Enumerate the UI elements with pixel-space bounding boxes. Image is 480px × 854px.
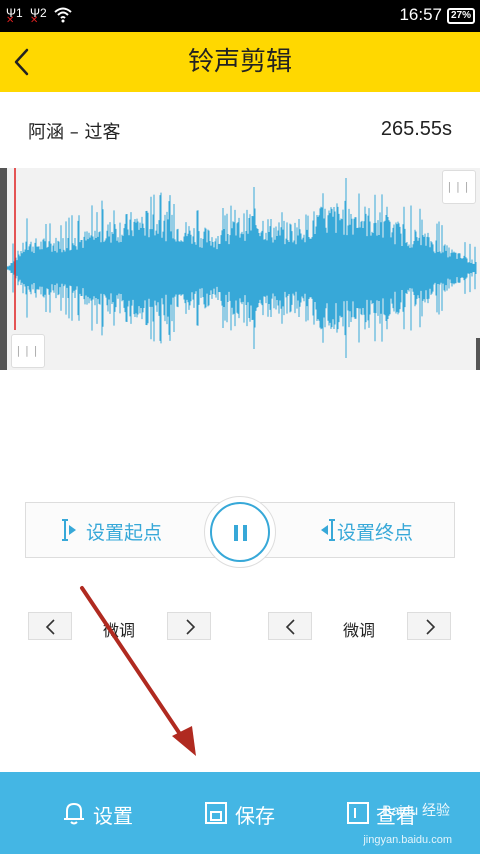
start-tune-left-button[interactable] <box>28 612 72 640</box>
chevron-left-icon <box>285 619 295 635</box>
set-start-button[interactable]: 设置起点 <box>26 503 201 557</box>
view-icon <box>347 802 369 824</box>
status-bar: Ψ1 ✕ Ψ2 ✕ 16:57 27% <box>0 0 480 32</box>
set-start-icon <box>62 519 76 541</box>
play-pause-button[interactable] <box>204 496 276 568</box>
pause-bar-right <box>243 525 247 541</box>
waveform-panel[interactable]: ||| ||| <box>0 168 480 370</box>
end-tune-left-button[interactable] <box>268 612 312 640</box>
settings-button[interactable]: 设置 <box>60 772 170 854</box>
song-name: 阿涵 – 过客 <box>28 122 121 143</box>
song-duration: 265.55s <box>380 118 452 140</box>
header-bar: 铃声剪辑 <box>0 32 480 92</box>
end-tune-label: 微调 <box>343 621 376 640</box>
set-end-icon <box>321 519 335 541</box>
set-end-button[interactable]: 设置终点 <box>279 503 454 557</box>
save-label: 保存 <box>235 804 275 828</box>
end-handle[interactable]: ||| <box>442 170 476 204</box>
sim1-signal-icon: Ψ1 ✕ <box>6 6 23 26</box>
save-button[interactable]: 保存 <box>204 772 314 854</box>
pause-bar-left <box>234 525 238 541</box>
sim2-signal-icon: Ψ2 ✕ <box>30 6 47 26</box>
waveform-bars <box>7 178 477 358</box>
status-clock: 16:57 <box>399 5 442 24</box>
battery-icon: 27% <box>447 8 475 24</box>
wifi-icon <box>54 7 72 23</box>
waveform-left-edge <box>0 168 7 370</box>
page-title: 铃声剪辑 <box>187 47 292 77</box>
end-tune-right-button[interactable] <box>407 612 451 640</box>
chevron-right-icon <box>426 619 436 635</box>
settings-label: 设置 <box>93 804 133 828</box>
watermark-logo: Baidu 经验 <box>382 802 450 818</box>
set-end-label: 设置终点 <box>337 522 414 544</box>
save-icon <box>205 802 227 824</box>
bell-icon <box>64 802 84 825</box>
chevron-left-icon <box>45 619 55 635</box>
watermark-url: jingyan.baidu.com <box>363 834 452 846</box>
waveform[interactable] <box>7 168 477 370</box>
start-handle[interactable]: ||| <box>11 334 45 368</box>
annotation-arrow <box>80 586 196 756</box>
pause-icon <box>210 502 270 562</box>
set-start-label: 设置起点 <box>86 522 163 544</box>
